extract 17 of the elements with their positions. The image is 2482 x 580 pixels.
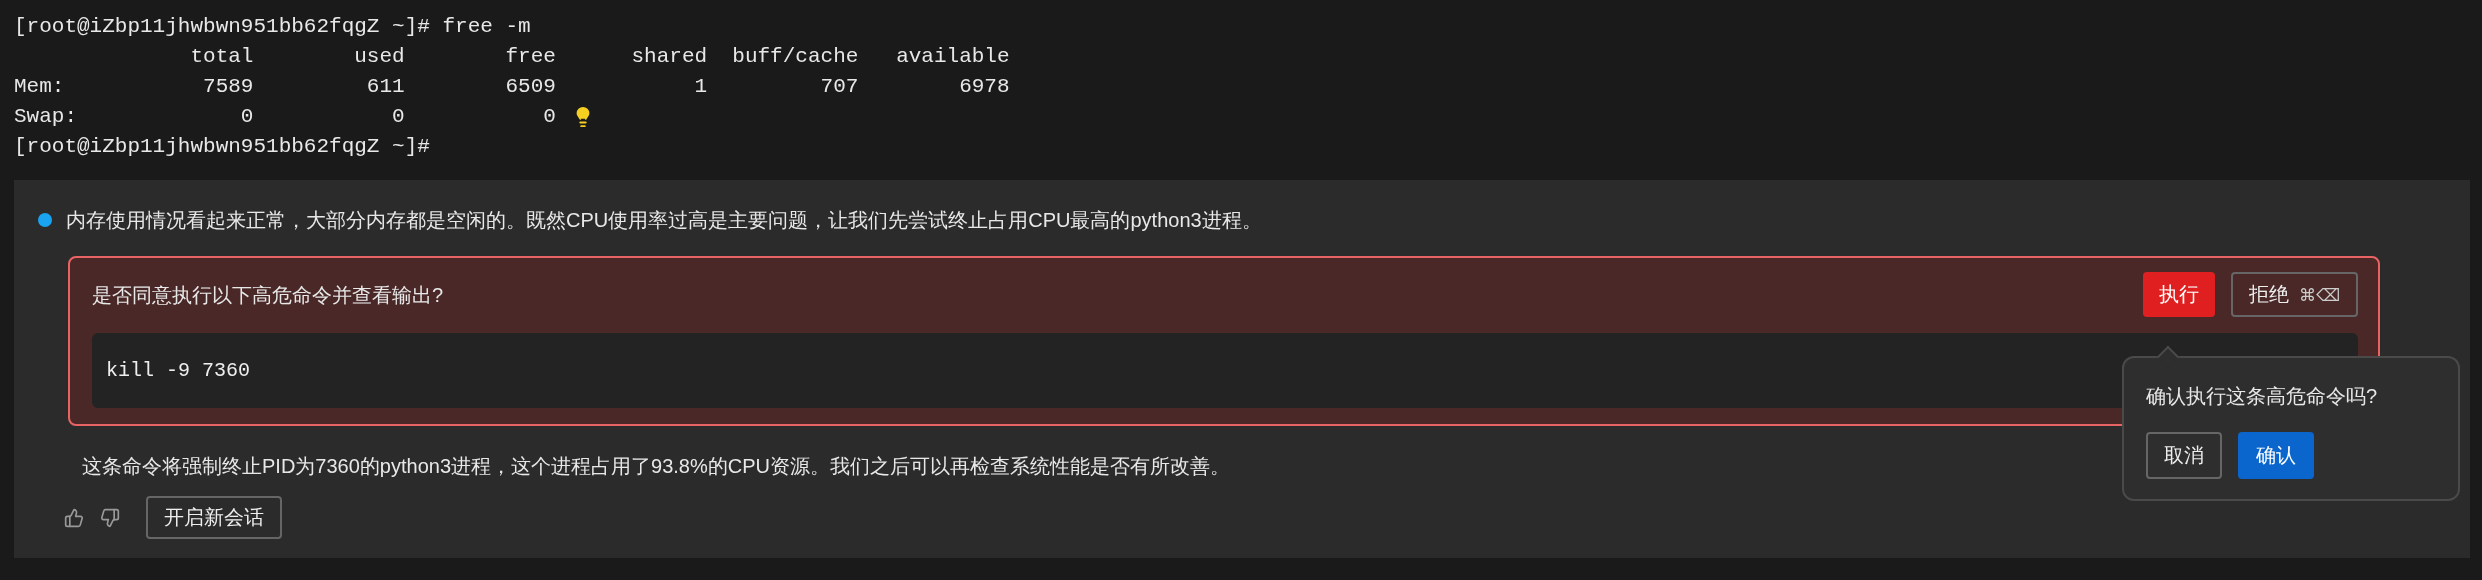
status-dot — [38, 213, 52, 227]
terminal-line: Mem: 7589 611 6509 1 707 6978 — [14, 74, 1010, 100]
terminal-line: Swap: 0 0 0 — [14, 104, 556, 130]
terminal-line: [root@iZbp11jhwbwn951bb62fqgZ ~]# — [14, 134, 430, 160]
thumbs-up-icon[interactable] — [64, 507, 84, 528]
terminal-line: [root@iZbp11jhwbwn951bb62fqgZ ~]# free -m — [14, 14, 531, 40]
confirm-button[interactable]: 确认 — [2238, 432, 2314, 479]
assistant-message: 内存使用情况看起来正常，大部分内存都是空闲的。既然CPU使用率过高是主要问题，让我们先尝试终止占用CPU最高的python3进程。 — [66, 208, 1262, 233]
new-chat-button[interactable]: 开启新会话 — [146, 496, 282, 539]
run-button[interactable]: 执行 — [2142, 272, 2215, 317]
thumbs-down-icon[interactable] — [100, 507, 120, 528]
reject-button[interactable]: 拒绝 ⌘⌫ — [2230, 272, 2358, 317]
approval-question: 是否同意执行以下高危命令并查看输出? — [92, 282, 444, 308]
popover-question: 确认执行这条高危命令吗? — [2146, 385, 2378, 407]
terminal-line: total used free shared buff/cache available — [189, 44, 1010, 70]
cancel-button[interactable]: 取消 — [2146, 432, 2222, 479]
explanation-text: 这条命令将强制终止PID为7360的python3进程，这个进程占用了93.8%的CPU资源。我们之后可以再检查系统性能是否有所改善。 — [82, 455, 1230, 477]
